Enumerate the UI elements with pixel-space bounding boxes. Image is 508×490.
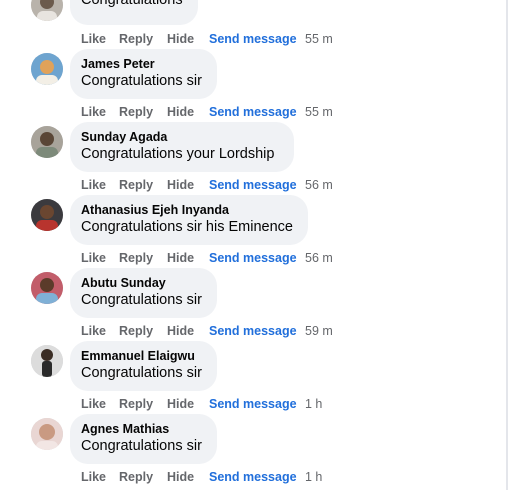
comment: Emmanuel Elaigwu Congratulations sir Lik…: [0, 341, 508, 414]
comment-bubble: Emmanuel Elaigwu Congratulations sir: [70, 341, 217, 391]
hide-button[interactable]: Hide: [167, 469, 194, 485]
comment-author[interactable]: James Peter: [81, 56, 205, 72]
comment-author[interactable]: Abutu Sunday: [81, 275, 205, 291]
comment-time[interactable]: 56 m: [305, 177, 333, 193]
comment-time[interactable]: 1 h: [305, 396, 322, 412]
send-message-button[interactable]: Send message: [209, 396, 297, 412]
reply-button[interactable]: Reply: [119, 469, 153, 485]
hide-button[interactable]: Hide: [167, 31, 194, 47]
comment-author[interactable]: Agnes Mathias: [81, 421, 205, 437]
comment-text: Congratulations: [81, 0, 183, 8]
comment-text: Congratulations sir: [81, 292, 202, 308]
hide-button[interactable]: Hide: [167, 396, 194, 412]
commenter-avatar[interactable]: [31, 126, 63, 158]
comment-thread: Congratulations Like Reply Hide Send mes…: [0, 0, 508, 490]
comment-time[interactable]: 56 m: [305, 250, 333, 266]
send-message-button[interactable]: Send message: [209, 104, 297, 120]
comment-text: Congratulations sir his Eminence: [81, 219, 293, 235]
comment-time[interactable]: 1 h: [305, 469, 322, 485]
like-button[interactable]: Like: [81, 396, 106, 412]
commenter-avatar[interactable]: [31, 0, 63, 21]
like-button[interactable]: Like: [81, 31, 106, 47]
hide-button[interactable]: Hide: [167, 104, 194, 120]
send-message-button[interactable]: Send message: [209, 323, 297, 339]
reply-button[interactable]: Reply: [119, 104, 153, 120]
send-message-button[interactable]: Send message: [209, 250, 297, 266]
comment-bubble: Abutu Sunday Congratulations sir: [70, 268, 217, 318]
commenter-avatar[interactable]: [31, 53, 63, 85]
hide-button[interactable]: Hide: [167, 323, 194, 339]
comment-bubble: Athanasius Ejeh Inyanda Congratulations …: [70, 195, 308, 245]
comment-author[interactable]: Athanasius Ejeh Inyanda: [81, 202, 296, 218]
send-message-button[interactable]: Send message: [209, 31, 297, 47]
hide-button[interactable]: Hide: [167, 250, 194, 266]
commenter-avatar[interactable]: [31, 345, 63, 377]
comment: Congratulations Like Reply Hide Send mes…: [0, 0, 508, 48]
comment-bubble: Congratulations: [70, 0, 198, 25]
comment-text: Congratulations sir: [81, 438, 202, 454]
like-button[interactable]: Like: [81, 250, 106, 266]
reply-button[interactable]: Reply: [119, 177, 153, 193]
reply-button[interactable]: Reply: [119, 396, 153, 412]
reply-button[interactable]: Reply: [119, 323, 153, 339]
comment-bubble: Sunday Agada Congratulations your Lordsh…: [70, 122, 294, 172]
like-button[interactable]: Like: [81, 104, 106, 120]
comment-author[interactable]: Emmanuel Elaigwu: [81, 348, 205, 364]
send-message-button[interactable]: Send message: [209, 177, 297, 193]
like-button[interactable]: Like: [81, 177, 106, 193]
comment-bubble: Agnes Mathias Congratulations sir: [70, 414, 217, 464]
commenter-avatar[interactable]: [31, 199, 63, 231]
comment: Abutu Sunday Congratulations sir Like Re…: [0, 268, 508, 341]
comment-time[interactable]: 55 m: [305, 104, 333, 120]
comment-bubble: James Peter Congratulations sir: [70, 49, 217, 99]
comment-text: Congratulations your Lordship: [81, 146, 275, 162]
commenter-avatar[interactable]: [31, 272, 63, 304]
comment-time[interactable]: 55 m: [305, 31, 333, 47]
hide-button[interactable]: Hide: [167, 177, 194, 193]
comment: Sunday Agada Congratulations your Lordsh…: [0, 122, 508, 195]
send-message-button[interactable]: Send message: [209, 469, 297, 485]
like-button[interactable]: Like: [81, 469, 106, 485]
comment: Agnes Mathias Congratulations sir Like R…: [0, 414, 508, 487]
reply-button[interactable]: Reply: [119, 250, 153, 266]
like-button[interactable]: Like: [81, 323, 106, 339]
commenter-avatar[interactable]: [31, 418, 63, 450]
comment-time[interactable]: 59 m: [305, 323, 333, 339]
reply-button[interactable]: Reply: [119, 31, 153, 47]
comment: James Peter Congratulations sir Like Rep…: [0, 49, 508, 122]
comment-author[interactable]: Sunday Agada: [81, 129, 282, 145]
comment: Athanasius Ejeh Inyanda Congratulations …: [0, 195, 508, 268]
comment-text: Congratulations sir: [81, 365, 202, 381]
comment-text: Congratulations sir: [81, 73, 202, 89]
